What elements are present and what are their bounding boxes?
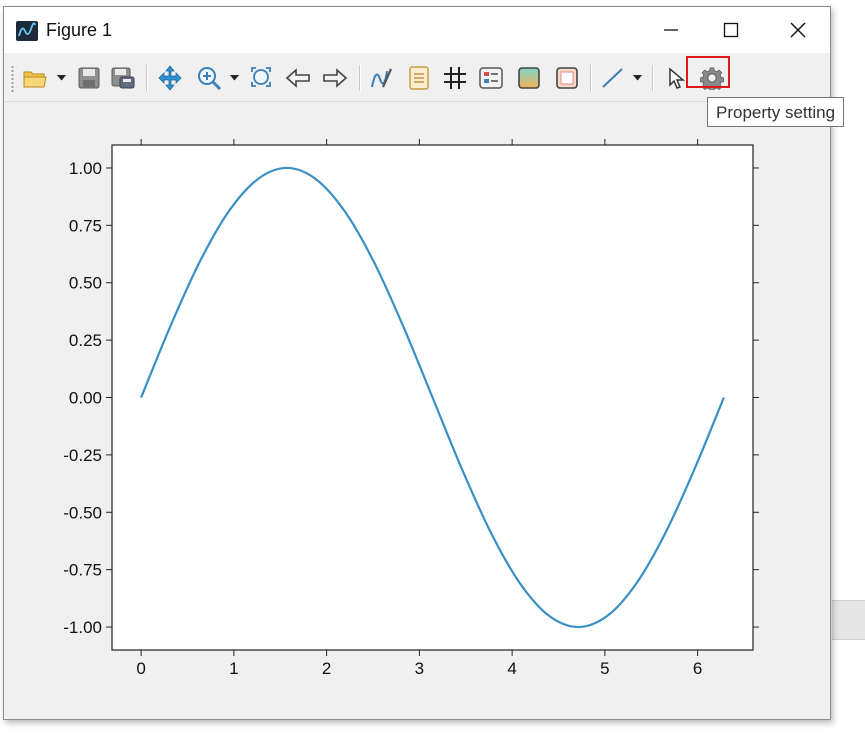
y-tick-label: 0.00 (69, 389, 102, 408)
x-tick-label: 0 (136, 659, 145, 678)
y-tick-label: 1.00 (69, 159, 102, 178)
y-tick-label: -0.25 (63, 446, 102, 465)
x-tick-label: 3 (415, 659, 424, 678)
x-tick-label: 2 (322, 659, 331, 678)
x-tick-label: 5 (600, 659, 609, 678)
plot-area[interactable]: 0 1 2 3 4 5 6 1.00 0.75 0.50 0.25 0.00 -0.25 -0.50 -0.… (0, 0, 865, 735)
y-tick-label: -0.50 (63, 503, 102, 522)
x-tick-label: 6 (693, 659, 702, 678)
y-tick-label: -1.00 (63, 618, 102, 637)
x-tick-label: 1 (229, 659, 238, 678)
y-tick-label: -0.75 (63, 561, 102, 580)
y-tick-label: 0.75 (69, 216, 102, 235)
y-tick-label: 0.25 (69, 331, 102, 350)
x-tick-label: 4 (507, 659, 516, 678)
y-tick-label: 0.50 (69, 274, 102, 293)
